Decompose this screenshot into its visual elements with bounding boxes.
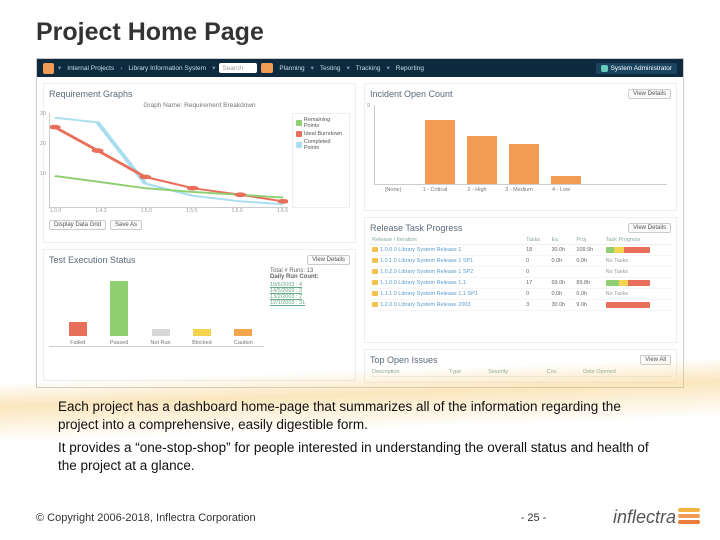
view-details-button[interactable]: View Details	[628, 89, 671, 99]
release-task-table: Release / Iteration Tasks Es. Proj Task …	[370, 236, 671, 311]
page-number: - 25 -	[521, 512, 547, 524]
folder-icon	[372, 269, 378, 274]
folder-icon	[372, 258, 378, 263]
logo-mark-icon	[678, 506, 700, 528]
panel-incident-count: Incident Open Count View Details 9 (None…	[364, 83, 677, 211]
test-exec-chart: Failed Passed Not Run Blocked Caution	[49, 282, 264, 347]
slide-body: Each project has a dashboard home-page t…	[58, 398, 662, 480]
incident-chart: 9	[374, 105, 667, 185]
slide-footer: © Copyright 2006-2018, Inflectra Corpora…	[36, 512, 684, 524]
folder-icon	[372, 302, 378, 307]
panel-release-task-progress: Release Task Progress View Details Relea…	[364, 217, 677, 343]
slide-title: Project Home Page	[0, 0, 720, 47]
avatar-icon	[601, 65, 608, 72]
save-as-button[interactable]: Save As	[110, 220, 142, 230]
daily-run-list: 19/6/2003 : 414/5/2003 : 313/2/2003 : 21…	[270, 282, 350, 306]
topbar: ▾ Internal Projects › Library Informatio…	[37, 59, 683, 77]
nav-tracking[interactable]: Tracking	[356, 65, 381, 72]
user-menu[interactable]: System Administrator	[596, 63, 677, 74]
panel-title: Incident Open Count	[370, 89, 453, 99]
panel-title: Requirement Graphs	[49, 89, 133, 99]
table-row[interactable]: 1.1.1.0 Library System Release 1.1 SP100…	[370, 289, 671, 300]
panel-test-execution: Test Execution Status View Details Faile…	[43, 249, 356, 381]
incident-bar	[467, 136, 497, 184]
folder-icon	[372, 280, 378, 285]
search-input[interactable]: Search	[219, 63, 257, 73]
panel-title: Test Execution Status	[49, 255, 136, 265]
incident-bar	[425, 120, 455, 184]
folder-icon	[372, 291, 378, 296]
table-row[interactable]: 1.1.0.0 Library System Release 1.11769.0…	[370, 278, 671, 289]
view-details-button[interactable]: View Details	[628, 223, 671, 233]
table-row[interactable]: 1.0.1.0 Library System Release 1 SP100.0…	[370, 256, 671, 267]
app-logo-icon[interactable]	[43, 63, 54, 74]
nav-testing[interactable]: Testing	[320, 65, 341, 72]
logo-text: inflectra	[613, 507, 676, 528]
chevron-right-icon: ›	[120, 65, 122, 72]
project-selector[interactable]: Library Information System	[128, 65, 206, 72]
user-name: System Administrator	[611, 65, 672, 72]
test-bar: Failed	[61, 322, 94, 346]
top-issues-table: Description Type Severity Cov. Date Open…	[370, 368, 671, 377]
table-row[interactable]: 1.0.0.0 Library System Release 11830.0h1…	[370, 245, 671, 256]
graph-name-label: Graph Name: Requirement Breakdown	[49, 102, 350, 109]
search-button[interactable]	[261, 63, 273, 73]
panel-title: Top Open Issues	[370, 355, 438, 365]
view-all-button[interactable]: View All	[640, 355, 671, 365]
workspace-selector[interactable]: Internal Projects	[67, 65, 114, 72]
app-screenshot: ▾ Internal Projects › Library Informatio…	[36, 58, 684, 388]
display-data-grid-button[interactable]: Display Data Grid	[49, 220, 106, 230]
chart-legend: Remaining Points Ideal Burndown Complete…	[292, 113, 350, 208]
copyright-text: © Copyright 2006-2018, Inflectra Corpora…	[36, 512, 256, 524]
nav-reporting[interactable]: Reporting	[396, 65, 424, 72]
test-bar: Not Run	[144, 329, 177, 346]
folder-icon	[372, 247, 378, 252]
daily-run-head: Daily Run Count:	[270, 274, 350, 280]
body-paragraph-2: It provides a “one-stop-shop” for people…	[58, 439, 662, 474]
incident-bar	[551, 176, 581, 184]
view-details-button[interactable]: View Details	[307, 255, 350, 265]
test-bar: Caution	[227, 329, 260, 346]
nav-planning[interactable]: Planning	[279, 65, 304, 72]
table-row[interactable]: 1.0.2.0 Library System Release 1 SP20No …	[370, 267, 671, 278]
body-paragraph-1: Each project has a dashboard home-page t…	[58, 398, 662, 433]
test-bar: Blocked	[185, 329, 218, 346]
panel-requirement-graphs: Requirement Graphs Graph Name: Requireme…	[43, 83, 356, 243]
chevron-down-icon[interactable]: ▾	[212, 64, 215, 72]
requirement-chart: 30 20 10 1.0.0 1.4.3	[49, 113, 350, 208]
incident-bar	[509, 144, 539, 184]
inflectra-logo: inflectra	[613, 506, 700, 528]
chevron-down-icon[interactable]: ▾	[58, 64, 61, 72]
panel-top-open-issues: Top Open Issues View All Description Typ…	[364, 349, 677, 383]
table-row[interactable]: 1.2.0.0 Library System Release 2003330.0…	[370, 300, 671, 311]
panel-title: Release Task Progress	[370, 223, 462, 233]
test-bar: Passed	[102, 281, 135, 346]
